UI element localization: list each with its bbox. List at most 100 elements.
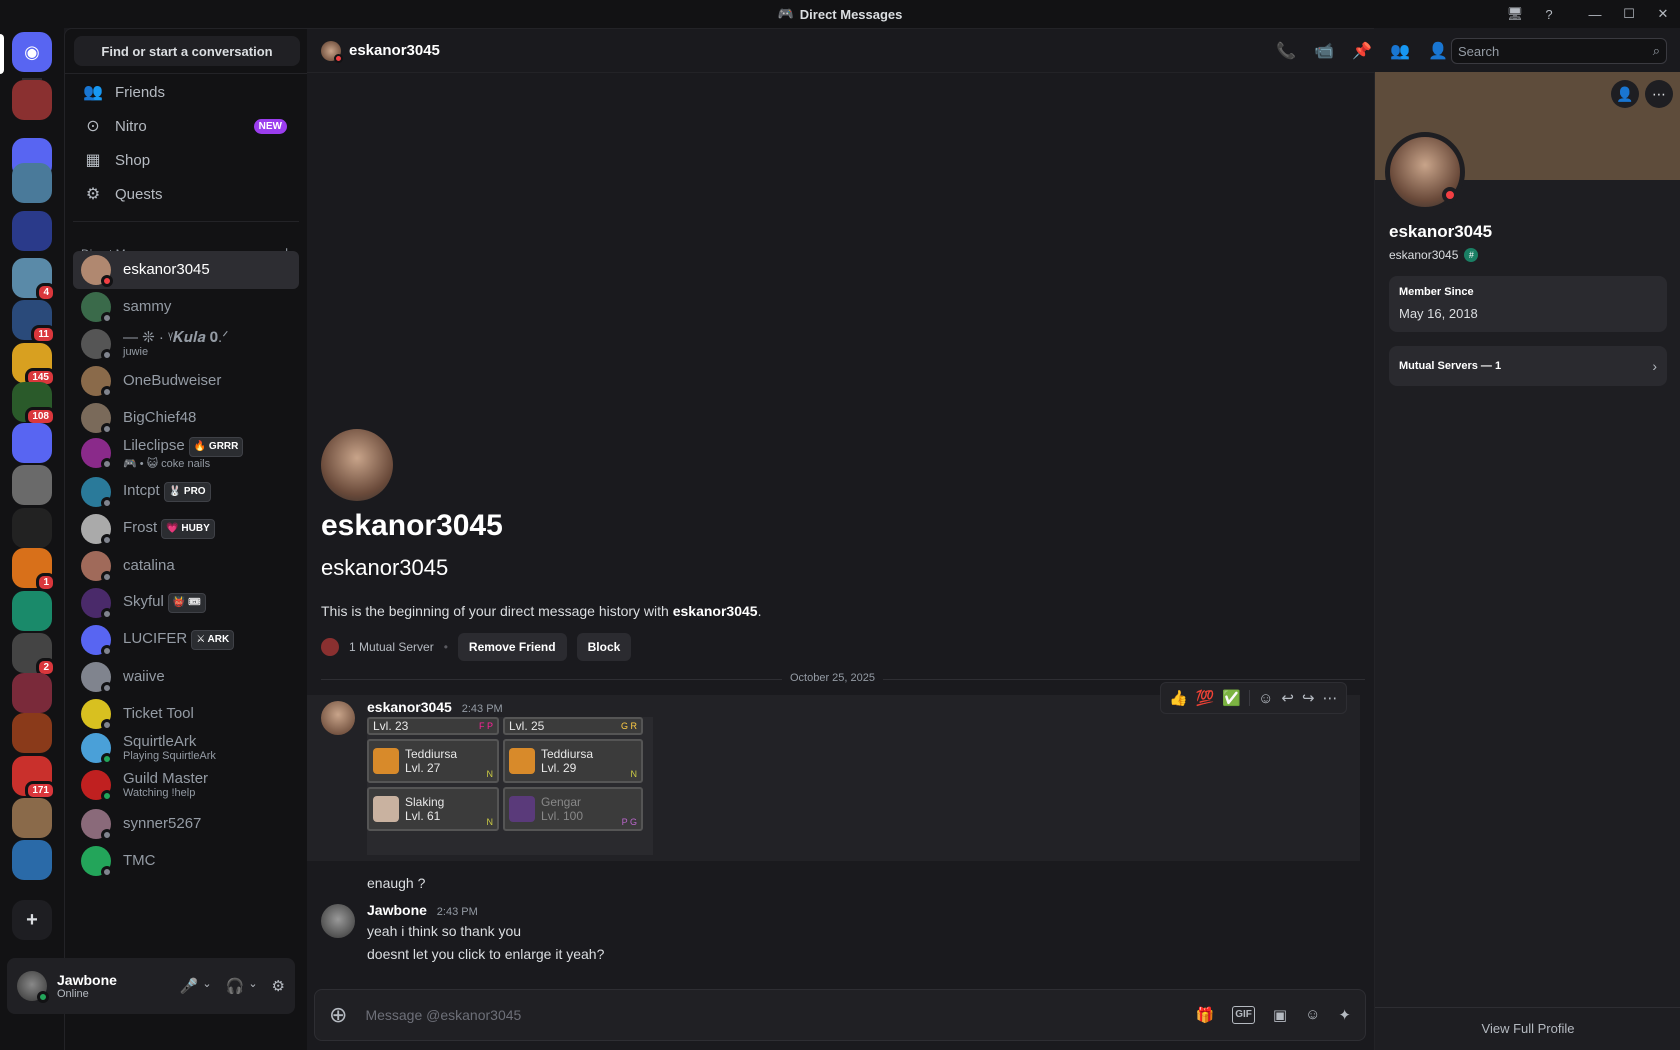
dm-item[interactable]: — ❊ · ᵞ𝑲𝒖𝒍𝒂 𝟎.ᐟ juwie	[73, 325, 299, 363]
dm-name: sammy	[123, 299, 171, 315]
message-author[interactable]: eskanor3045	[367, 699, 452, 715]
message-composer[interactable]: ⊕ Message @eskanor3045 🎁 GIF ▣ ☺ ✦	[314, 989, 1366, 1041]
server-icon[interactable]: 145	[12, 343, 56, 387]
dm-item[interactable]: Ticket Tool	[73, 695, 299, 733]
more-options-icon[interactable]: ⋯	[1323, 689, 1338, 707]
server-icon[interactable]	[12, 591, 52, 631]
reaction-thumbs-up[interactable]: 👍	[1169, 689, 1188, 707]
server-icon[interactable]: 2	[12, 633, 56, 677]
server-icon[interactable]: 108	[12, 382, 56, 426]
message-toolbar: 👍 💯 ✅ ☺ ↩ ↪ ⋯	[1160, 682, 1347, 714]
avatar[interactable]	[1385, 132, 1465, 212]
dm-item[interactable]: Guild Master Watching !help	[73, 766, 299, 804]
microphone-icon[interactable]: 🎤	[180, 977, 199, 995]
dm-name: Guild Master	[123, 771, 208, 787]
image-attachment[interactable]: Lvl. 23 F P Lvl. 25 G R Teddiursa Lvl. 27 N …	[367, 717, 653, 855]
emoji-icon[interactable]: ☺	[1305, 1006, 1320, 1024]
dm-item[interactable]: Frost 💗 HUBY	[73, 510, 299, 548]
avatar	[81, 733, 113, 765]
reaction-check[interactable]: ✅	[1222, 689, 1241, 707]
settings-icon[interactable]: ⚙	[272, 977, 285, 995]
apps-icon[interactable]: ✦	[1338, 1006, 1351, 1024]
server-icon[interactable]	[12, 673, 52, 713]
help-icon[interactable]: ?	[1532, 7, 1566, 22]
server-icon[interactable]: 4	[12, 258, 56, 302]
sticker-icon[interactable]: ▣	[1273, 1006, 1287, 1024]
server-icon[interactable]	[12, 713, 52, 753]
server-icon[interactable]	[12, 423, 52, 463]
avatar[interactable]	[17, 971, 49, 1003]
dm-item[interactable]: catalina	[73, 547, 299, 585]
more-options-icon[interactable]: ⋯	[1645, 80, 1673, 108]
add-server-button[interactable]: +	[12, 900, 52, 940]
server-icon[interactable]	[12, 840, 52, 880]
reply-icon[interactable]: ↩	[1281, 689, 1294, 707]
nav-friends[interactable]: 👥 Friends	[73, 74, 299, 110]
dm-item[interactable]: TMC	[73, 842, 299, 880]
server-icon[interactable]: 171	[12, 756, 56, 800]
mutual-servers-button[interactable]: Mutual Servers — 1 ›	[1389, 346, 1667, 386]
dm-item[interactable]: waiive	[73, 658, 299, 696]
server-icon[interactable]: 1	[12, 548, 56, 592]
home-button[interactable]: ◉	[12, 32, 52, 72]
nav-shop[interactable]: ▦ Shop	[73, 142, 299, 178]
gif-icon[interactable]: GIF	[1232, 1006, 1255, 1024]
message[interactable]: Jawbone 2:43 PM yeah i think so thank yo…	[307, 900, 1360, 972]
dm-item[interactable]: OneBudweiser	[73, 362, 299, 400]
server-icon[interactable]	[12, 80, 52, 120]
view-full-profile-link[interactable]: View Full Profile	[1375, 1007, 1680, 1049]
gift-icon[interactable]: 🎁	[1196, 1006, 1215, 1024]
nav-nitro[interactable]: ⊙ Nitro NEW	[73, 108, 299, 144]
dm-item[interactable]: Skyful 👹 🎟	[73, 584, 299, 622]
message-input-placeholder[interactable]: Message @eskanor3045	[365, 1007, 521, 1023]
minimize-button[interactable]: —	[1578, 7, 1612, 22]
dm-item[interactable]: LUCIFER ⚔ ARK	[73, 621, 299, 659]
voice-call-icon[interactable]: 📞	[1276, 41, 1296, 61]
dm-item[interactable]: Lileclipse 🔥 GRRR 🎮 • 😺 coke nails	[73, 434, 299, 472]
server-icon[interactable]	[12, 465, 52, 505]
pin-icon[interactable]: 📌	[1352, 41, 1372, 61]
remove-friend-button[interactable]: Remove Friend	[457, 633, 567, 661]
add-reaction-icon[interactable]: ☺	[1258, 690, 1273, 707]
dm-name: synner5267	[123, 816, 201, 832]
forward-icon[interactable]: ↪	[1302, 689, 1315, 707]
dm-item[interactable]: eskanor3045	[73, 251, 299, 289]
maximize-button[interactable]: ☐	[1612, 6, 1646, 22]
add-attachment-icon[interactable]: ⊕	[329, 1002, 347, 1028]
server-icon[interactable]	[12, 163, 52, 203]
find-conversation-button[interactable]: Find or start a conversation	[74, 36, 300, 66]
chevron-down-icon[interactable]: ⌄	[202, 977, 211, 995]
message-author[interactable]: Jawbone	[367, 902, 427, 918]
date-divider-label: October 25, 2025	[782, 672, 884, 684]
reaction-hundred[interactable]: 💯	[1196, 689, 1215, 707]
search-input[interactable]: Search ⌕	[1451, 38, 1667, 64]
add-friends-icon[interactable]: 👥	[1390, 41, 1410, 61]
dm-item[interactable]: synner5267	[73, 805, 299, 843]
server-icon[interactable]	[12, 798, 52, 838]
dm-item[interactable]: BigChief48	[73, 399, 299, 437]
chevron-down-icon[interactable]: ⌄	[248, 977, 257, 995]
avatar	[81, 662, 113, 694]
close-button[interactable]: ✕	[1646, 6, 1680, 22]
server-icon[interactable]	[12, 211, 52, 251]
dm-item[interactable]: sammy	[73, 288, 299, 326]
avatar[interactable]	[321, 701, 355, 735]
pokemon-sprite	[509, 796, 535, 822]
server-icon[interactable]: 11	[12, 300, 56, 344]
user-profile-icon[interactable]: 👤	[1428, 41, 1448, 61]
discord-logo-icon: ◉	[24, 41, 40, 62]
dm-text: eskanor3045	[123, 262, 210, 278]
inbox-icon[interactable]: 🖥	[1498, 6, 1532, 22]
nav-quests[interactable]: ⚙ Quests	[73, 176, 299, 212]
avatar[interactable]	[321, 904, 355, 938]
dm-item[interactable]: SquirtleArk Playing SquirtleArk	[73, 729, 299, 767]
profile-username: eskanor3045	[1389, 248, 1459, 262]
mutual-server-link[interactable]: 1 Mutual Server	[349, 640, 434, 654]
chat-recipient-name[interactable]: eskanor3045	[349, 42, 440, 59]
headphones-icon[interactable]: 🎧	[226, 977, 245, 995]
dm-item[interactable]: Intcpt 🐰 PRO	[73, 473, 299, 511]
server-icon[interactable]	[12, 508, 52, 548]
block-button[interactable]: Block	[576, 633, 632, 661]
add-friend-icon[interactable]: 👤	[1611, 80, 1639, 108]
video-call-icon[interactable]: 📹	[1314, 41, 1334, 61]
